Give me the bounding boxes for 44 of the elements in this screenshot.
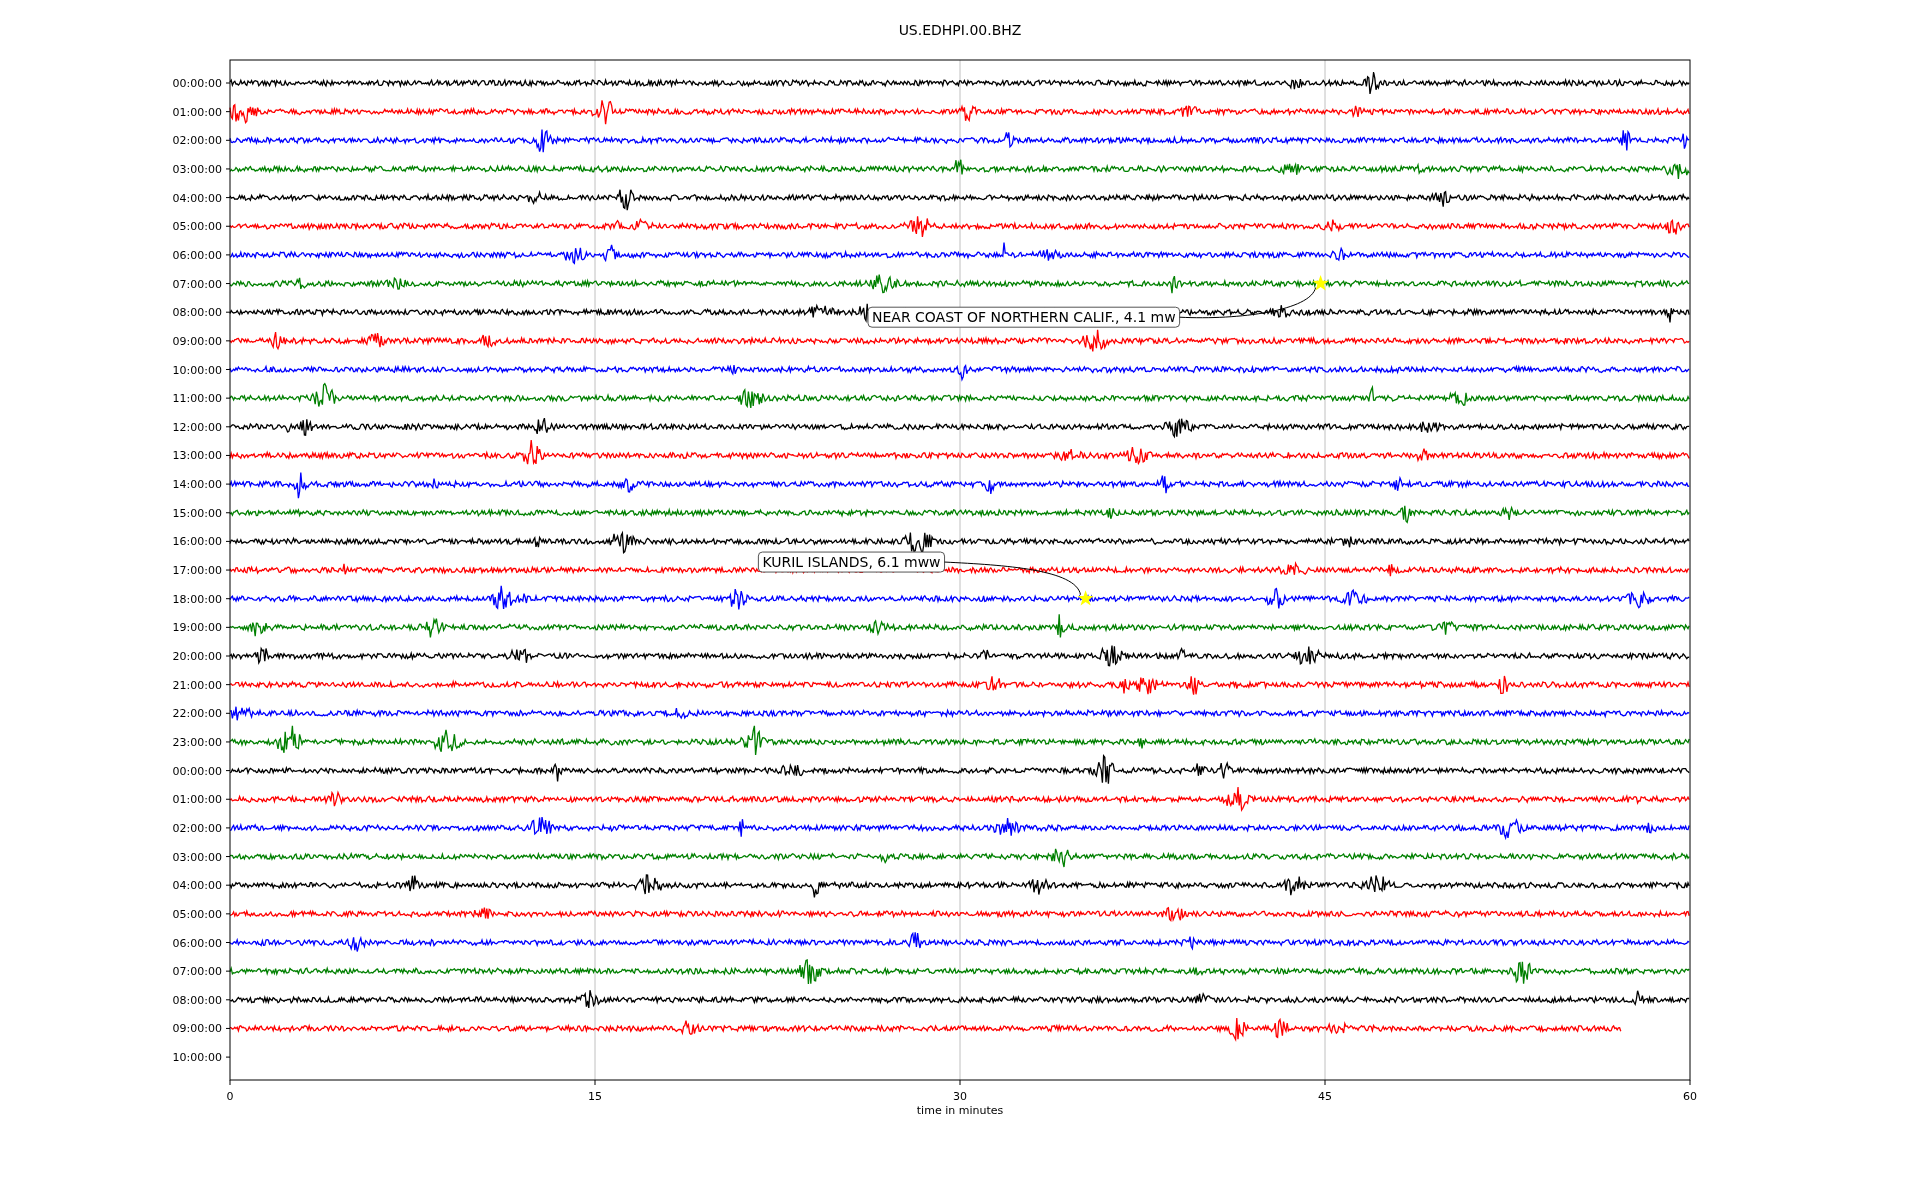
row-time-label: 18:00:00 [172,592,222,606]
row-time-label: 16:00:00 [172,535,222,549]
row-time-label: 05:00:00 [172,220,222,234]
row-time-label: 08:00:00 [172,993,222,1007]
row-time-label: 08:00:00 [172,306,222,320]
row-time-label: 09:00:00 [172,334,222,348]
row-time-label: 01:00:00 [172,793,222,807]
row-time-label: 07:00:00 [172,277,222,291]
row-time-label: 19:00:00 [172,621,222,635]
row-time-label: 04:00:00 [172,879,222,893]
x-tick-label: 0 [226,1090,234,1103]
row-time-label: 00:00:00 [172,77,222,90]
x-tick-label: 30 [953,1090,967,1103]
row-time-label: 05:00:00 [172,907,222,921]
row-time-label: 11:00:00 [172,392,222,406]
row-time-label: 10:00:00 [172,363,222,377]
row-time-label: 22:00:00 [172,707,222,721]
event-label: NEAR COAST OF NORTHERN CALIF., 4.1 mw [867,306,1181,328]
row-time-label: 14:00:00 [172,478,222,492]
row-time-label: 23:00:00 [172,735,222,749]
row-time-label: 10:00:00 [172,1051,222,1065]
row-time-label: 13:00:00 [172,449,222,463]
row-time-label: 01:00:00 [172,105,222,119]
row-time-label: 03:00:00 [172,850,222,864]
x-tick-label: 45 [1318,1090,1332,1103]
row-time-label: 12:00:00 [172,420,222,434]
row-time-label: 02:00:00 [172,821,222,835]
row-time-label: 00:00:00 [172,764,222,778]
plot-title: US.EDHPI.00.BHZ [898,22,1022,38]
row-time-label: 06:00:00 [172,248,222,262]
row-time-label: 02:00:00 [172,134,222,148]
row-time-label: 07:00:00 [172,965,222,979]
row-time-label: 04:00:00 [172,191,222,205]
row-time-label: 20:00:00 [172,650,222,663]
row-time-label: 06:00:00 [172,936,222,950]
row-time-label: 03:00:00 [172,162,222,176]
row-time-label: 15:00:00 [172,506,222,520]
x-axis-label: time in minutes [916,1104,1004,1117]
x-tick-label: 60 [1683,1090,1697,1103]
x-tick-label: 15 [588,1090,602,1103]
row-time-label: 21:00:00 [172,678,222,692]
row-time-label: 09:00:00 [172,1022,222,1036]
event-label: KURIL ISLANDS, 6.1 mww [757,551,946,573]
row-time-label: 17:00:00 [172,564,222,578]
